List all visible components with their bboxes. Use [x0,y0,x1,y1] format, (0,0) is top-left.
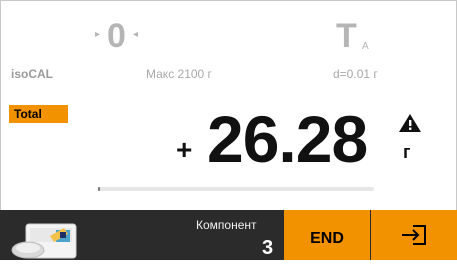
capacity-progress-bar [98,187,374,191]
bottom-bar: Компонент 3 END [0,210,457,260]
zero-arrow-right-icon: ◂ [133,29,139,40]
component-label: Компонент [196,218,257,232]
zero-arrow-left-icon: ▸ [95,29,101,40]
end-button[interactable]: END [283,210,370,260]
tare-symbol: T [336,17,357,55]
component-count: 3 [262,237,274,259]
readability: d=0.01 г [333,67,378,81]
tare-indicator: T A [336,17,369,56]
tare-subscript: A [362,41,369,52]
exit-button[interactable] [371,210,457,260]
warning-triangle-icon [399,114,421,132]
weighing-pan-button[interactable] [10,220,82,260]
zero-indicator: ▸ 0 ◂ [93,15,153,55]
weight-sign: + [176,134,193,165]
exit-icon [402,225,426,245]
app-name: isoCAL [11,67,53,81]
weight-unit: г [403,142,411,162]
zero-symbol: 0 [107,17,126,55]
total-badge: Total [9,105,68,123]
weight-value: 26.28 [207,102,368,176]
capacity-progress-fill [98,187,100,191]
weighing-pan-icon [11,223,77,259]
max-capacity: Макс 2100 г [146,67,212,81]
